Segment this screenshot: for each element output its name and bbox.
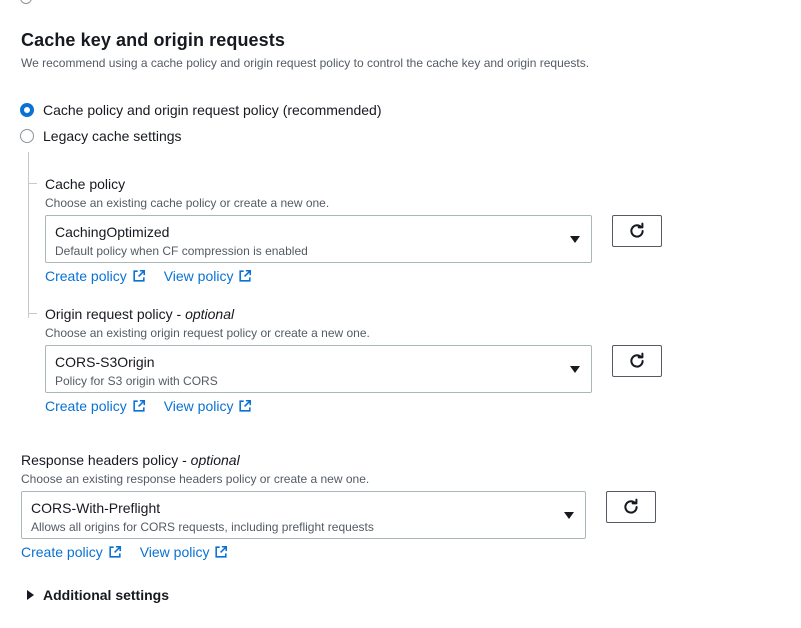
radio-label: Legacy cache settings — [43, 128, 182, 144]
refresh-origin-request-policy-button[interactable] — [612, 345, 662, 377]
cache-policy-description: Choose an existing cache policy or creat… — [45, 196, 330, 210]
cache-policy-links: Create policy View policy — [45, 268, 252, 284]
refresh-icon — [630, 352, 644, 368]
response-headers-policy-links: Create policy View policy — [21, 544, 228, 560]
external-link-icon — [133, 399, 145, 412]
create-cache-policy-link[interactable]: Create policy — [45, 268, 146, 284]
additional-settings-expander[interactable]: Additional settings — [27, 587, 169, 603]
origin-request-policy-links: Create policy View policy — [45, 398, 252, 414]
section-title: Cache key and origin requests — [21, 30, 285, 50]
link-text: Create policy — [45, 268, 127, 284]
radio-option-cache-policy[interactable]: Cache policy and origin request policy (… — [20, 102, 382, 118]
response-headers-policy-description: Choose an existing response headers poli… — [21, 472, 370, 486]
refresh-icon — [624, 498, 638, 514]
optional-tag: optional — [185, 306, 235, 322]
origin-request-policy-select[interactable]: CORS-S3Origin Policy for S3 origin with … — [45, 345, 592, 393]
additional-settings-label: Additional settings — [43, 587, 169, 603]
tree-connector-tick — [28, 183, 37, 184]
create-origin-request-policy-link[interactable]: Create policy — [45, 398, 146, 414]
external-link-icon — [239, 399, 252, 412]
external-link-icon — [109, 545, 121, 558]
optional-tag: optional — [190, 452, 240, 468]
view-cache-policy-link[interactable]: View policy — [164, 268, 253, 284]
tree-connector — [28, 152, 29, 318]
refresh-cache-policy-button[interactable] — [612, 215, 662, 247]
previous-radio-clipped — [20, 0, 32, 4]
label-text: Origin request policy - — [45, 306, 186, 322]
section-description: We recommend using a cache policy and or… — [21, 56, 590, 70]
radio-label: Cache policy and origin request policy (… — [43, 102, 382, 118]
create-response-headers-policy-link[interactable]: Create policy — [21, 544, 122, 560]
response-headers-policy-select[interactable]: CORS-With-Preflight Allows all origins f… — [21, 491, 586, 539]
select-value-description: Policy for S3 origin with CORS — [55, 374, 218, 388]
tree-connector-tick — [28, 313, 37, 314]
select-value: CORS-With-Preflight — [31, 500, 161, 516]
link-text: View policy — [163, 268, 234, 284]
refresh-response-headers-policy-button[interactable] — [606, 491, 656, 523]
radio-option-legacy[interactable]: Legacy cache settings — [20, 128, 182, 144]
caret-right-icon — [27, 590, 34, 600]
origin-request-policy-label: Origin request policy - optional — [45, 306, 234, 322]
caret-down-icon — [570, 366, 580, 373]
radio-button[interactable] — [20, 129, 34, 143]
link-text: View policy — [163, 398, 234, 414]
select-value-description: Default policy when CF compression is en… — [55, 244, 308, 258]
radio-button-selected[interactable] — [20, 103, 34, 117]
external-link-icon — [215, 545, 228, 558]
select-value: CORS-S3Origin — [55, 354, 155, 370]
response-headers-policy-label: Response headers policy - optional — [21, 452, 240, 468]
select-value: CachingOptimized — [55, 224, 170, 240]
refresh-icon — [630, 222, 644, 238]
link-text: Create policy — [45, 398, 127, 414]
origin-request-policy-description: Choose an existing origin request policy… — [45, 326, 370, 340]
link-text: Create policy — [21, 544, 103, 560]
cache-policy-select[interactable]: CachingOptimized Default policy when CF … — [45, 215, 592, 263]
caret-down-icon — [564, 512, 574, 519]
link-text: View policy — [139, 544, 210, 560]
cache-policy-label: Cache policy — [45, 176, 126, 192]
external-link-icon — [239, 269, 252, 282]
view-origin-request-policy-link[interactable]: View policy — [164, 398, 253, 414]
select-value-description: Allows all origins for CORS requests, in… — [31, 520, 374, 534]
external-link-icon — [133, 269, 145, 282]
caret-down-icon — [570, 236, 580, 243]
label-text: Response headers policy - — [21, 452, 191, 468]
view-response-headers-policy-link[interactable]: View policy — [140, 544, 229, 560]
